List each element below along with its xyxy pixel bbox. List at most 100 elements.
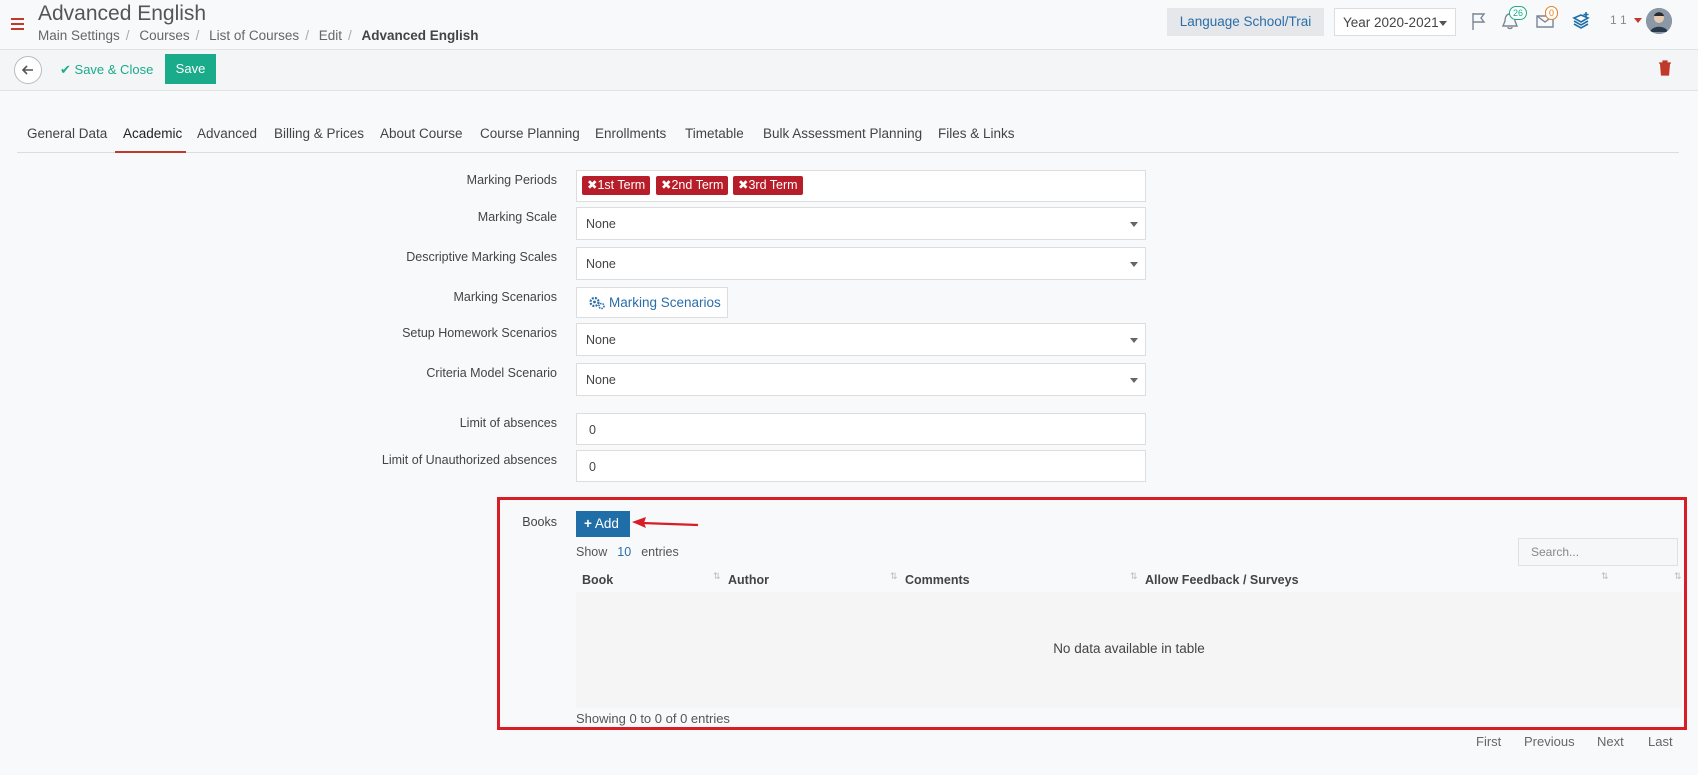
breadcrumb: Main Settings / Courses / List of Courses /…	[38, 28, 479, 43]
save-button[interactable]: Save	[165, 54, 216, 84]
user-avatar[interactable]	[1646, 8, 1672, 34]
sort-icon[interactable]: ⇅	[713, 571, 721, 582]
sort-icon[interactable]: ⇅	[1674, 571, 1682, 582]
breadcrumb-list-of-courses[interactable]: List of Courses	[209, 28, 299, 43]
books-label: Books	[522, 515, 557, 529]
limit-absences-label: Limit of absences	[459, 416, 557, 430]
column-author[interactable]: Author	[728, 573, 769, 587]
marking-scenarios-label: Marking Scenarios	[453, 290, 557, 304]
limit-absences-input[interactable]: 0	[576, 413, 1146, 445]
limit-absences-value: 0	[589, 423, 596, 437]
show-label: Show	[576, 545, 608, 559]
caret-down-icon	[1439, 21, 1447, 26]
tab-bar: General Data Academic Advanced Billing &…	[17, 118, 1679, 153]
marking-periods-label: Marking Periods	[466, 173, 557, 187]
notifications-badge: 26	[1509, 6, 1528, 20]
descriptive-marking-scales-value: None	[586, 257, 616, 271]
criteria-model-scenario-select[interactable]: None	[576, 363, 1146, 396]
checkmark-icon: ✔	[60, 62, 71, 77]
setup-homework-scenarios-label: Setup Homework Scenarios	[402, 326, 557, 340]
tab-enrollments[interactable]: Enrollments	[595, 126, 666, 141]
show-entries-control: Show 10 entries	[576, 545, 679, 559]
tab-general-data[interactable]: General Data	[27, 126, 107, 141]
tab-bulk-assessment-planning[interactable]: Bulk Assessment Planning	[763, 126, 922, 141]
marking-scale-label: Marking Scale	[477, 210, 557, 224]
flag-icon[interactable]	[1469, 11, 1489, 31]
pagination-previous[interactable]: Previous	[1524, 734, 1575, 749]
pagination-last[interactable]: Last	[1648, 734, 1673, 749]
entries-label: entries	[641, 545, 679, 559]
breadcrumb-main-settings[interactable]: Main Settings	[38, 28, 120, 43]
limit-unauthorized-absences-value: 0	[589, 460, 596, 474]
setup-homework-scenarios-value: None	[586, 333, 616, 347]
save-and-close-button[interactable]: ✔ Save & Close	[60, 62, 153, 78]
books-table-header: Book ⇅ Author ⇅ Comments ⇅ Allow Feedbac…	[576, 570, 1682, 593]
tab-files-links[interactable]: Files & Links	[938, 126, 1015, 141]
books-search-input[interactable]: Search...	[1518, 538, 1678, 566]
column-book[interactable]: Book	[582, 573, 613, 587]
tab-billing-prices[interactable]: Billing & Prices	[274, 126, 364, 141]
year-select-value: Year 2020-2021	[1343, 15, 1439, 30]
tag-remove-icon[interactable]: ✖	[661, 178, 671, 192]
caret-down-icon	[1130, 378, 1138, 383]
user-name-label[interactable]: 1 1	[1610, 13, 1627, 27]
empty-table-message: No data available in table	[1053, 641, 1205, 656]
user-caret-icon[interactable]	[1634, 18, 1642, 23]
breadcrumb-courses[interactable]: Courses	[139, 28, 189, 43]
red-arrow-annotation-icon	[632, 517, 699, 528]
setup-homework-scenarios-select[interactable]: None	[576, 323, 1146, 356]
top-header: Advanced English Main Settings / Courses /…	[0, 0, 1698, 48]
tab-academic[interactable]: Academic	[123, 126, 182, 141]
school-selector-button[interactable]: Language School/Trai	[1167, 8, 1324, 36]
criteria-model-scenario-value: None	[586, 373, 616, 387]
tab-about-course[interactable]: About Course	[380, 126, 463, 141]
limit-unauthorized-absences-input[interactable]: 0	[576, 450, 1146, 482]
books-table-body: No data available in table	[576, 592, 1682, 708]
tab-course-planning[interactable]: Course Planning	[480, 126, 580, 141]
caret-down-icon	[1130, 262, 1138, 267]
descriptive-marking-scales-select[interactable]: None	[576, 247, 1146, 280]
hamburger-menu-icon[interactable]	[11, 18, 24, 32]
sort-icon[interactable]: ⇅	[1601, 571, 1609, 582]
criteria-model-scenario-label: Criteria Model Scenario	[426, 366, 557, 380]
column-comments[interactable]: Comments	[905, 573, 970, 587]
tag-3rd-term[interactable]: ✖3rd Term	[733, 176, 803, 195]
layers-add-icon[interactable]	[1571, 11, 1591, 31]
save-and-close-label: Save & Close	[74, 62, 154, 77]
back-button[interactable]	[14, 56, 42, 84]
add-book-button[interactable]: + Add	[576, 511, 630, 537]
pagination-next[interactable]: Next	[1597, 734, 1624, 749]
breadcrumb-edit[interactable]: Edit	[319, 28, 342, 43]
sort-icon[interactable]: ⇅	[890, 571, 898, 582]
tab-advanced[interactable]: Advanced	[197, 126, 257, 141]
marking-scale-select[interactable]: None	[576, 207, 1146, 240]
tag-remove-icon[interactable]: ✖	[738, 178, 748, 192]
descriptive-marking-scales-label: Descriptive Marking Scales	[406, 250, 557, 264]
pagination-first[interactable]: First	[1476, 734, 1501, 749]
table-info: Showing 0 to 0 of 0 entries	[576, 711, 730, 726]
tab-timetable[interactable]: Timetable	[685, 126, 744, 141]
column-allow-feedback-surveys[interactable]: Allow Feedback / Surveys	[1145, 573, 1299, 587]
marking-periods-multiselect[interactable]: ✖1st Term ✖2nd Term ✖3rd Term	[576, 170, 1146, 202]
sort-icon[interactable]: ⇅	[1130, 571, 1138, 582]
arrow-left-icon	[21, 65, 33, 75]
limit-unauthorized-absences-label: Limit of Unauthorized absences	[381, 453, 557, 467]
tag-remove-icon[interactable]: ✖	[587, 178, 597, 192]
year-select[interactable]: Year 2020-2021	[1334, 8, 1456, 36]
trash-icon[interactable]	[1658, 60, 1672, 76]
caret-down-icon	[1130, 222, 1138, 227]
tag-1st-term[interactable]: ✖1st Term	[582, 176, 651, 195]
tag-2nd-term[interactable]: ✖2nd Term	[656, 176, 729, 195]
page-title: Advanced English	[38, 2, 207, 25]
breadcrumb-current: Advanced English	[361, 28, 479, 43]
entries-count-select[interactable]: 10	[617, 545, 631, 559]
add-book-button-label: Add	[594, 516, 619, 531]
caret-down-icon	[1130, 338, 1138, 343]
action-toolbar: ✔ Save & Close Save	[0, 49, 1698, 91]
marking-scenarios-button[interactable]: Marking Scenarios	[576, 287, 728, 318]
messages-badge: 0	[1545, 6, 1559, 20]
avatar-person-icon	[1646, 8, 1672, 34]
cogs-icon	[589, 296, 605, 310]
active-tab-indicator	[115, 151, 186, 153]
plus-icon: +	[584, 516, 592, 531]
